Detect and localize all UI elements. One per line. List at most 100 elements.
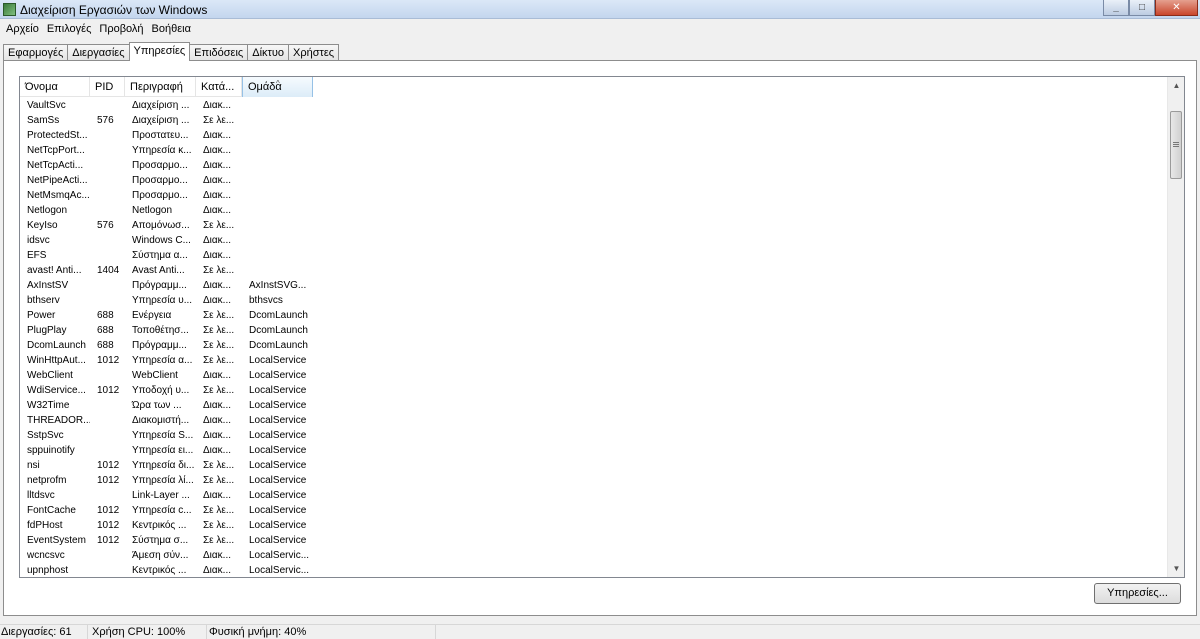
table-row[interactable]: avast! Anti... 1404 Avast Anti... Σε λε... [20,263,1168,278]
tab-processes[interactable]: Διεργασίες [67,44,130,61]
list-header: Όνομα PID Περιγραφή Κατά... Ομάδα ^ [20,77,313,97]
table-row[interactable]: EFS Σύστημα α... Διακ... [20,248,1168,263]
table-row[interactable]: nsi 1012 Υπηρεσία δι... Σε λε... LocalServic… [20,458,1168,473]
cell-status: Διακ... [203,565,232,576]
cell-pid [90,488,125,503]
table-row[interactable]: fdPHost 1012 Κεντρικός ... Σε λε... LocalSer… [20,518,1168,533]
cell-description: Τοποθέτησ... [132,325,189,336]
column-header-group[interactable]: Ομάδα ^ [242,77,313,97]
table-row[interactable]: Netlogon Netlogon Διακ... [20,203,1168,218]
cell-group: LocalServic... [249,550,310,561]
cell-pid [90,293,125,308]
column-header-description[interactable]: Περιγραφή [125,77,196,97]
cell-name: upnphost [27,565,69,576]
scroll-down-button[interactable]: ▼ [1168,560,1184,577]
maximize-button[interactable]: □ [1129,0,1155,16]
cell-name: SstpSvc [27,430,64,441]
cell-pid [90,563,125,577]
maximize-icon: □ [1138,2,1146,13]
table-row[interactable]: VaultSvc Διαχείριση ... Διακ... [20,98,1168,113]
cell-status: Σε λε... [203,460,235,471]
tab-applications[interactable]: Εφαρμογές [3,44,69,61]
column-header-name[interactable]: Όνομα [20,77,90,97]
menu-bar: Αρχείο Επιλογές Προβολή Βοήθεια [0,19,1200,38]
services-button[interactable]: Υπηρεσίες... [1094,583,1181,604]
table-row[interactable]: ProtectedSt... Προστατευ... Διακ... [20,128,1168,143]
close-icon: ✕ [1172,2,1181,13]
table-row[interactable]: sppuinotify Υπηρεσία ει... Διακ... LocalSer… [20,443,1168,458]
cell-group [242,113,312,128]
tab-networking[interactable]: Δίκτυο [247,44,289,61]
cell-status: Διακ... [203,250,232,261]
cell-name: lltdsvc [27,490,55,501]
cell-name: Power [27,310,56,321]
table-row[interactable]: upnphost Κεντρικός ... Διακ... LocalServic.… [20,563,1168,577]
cell-name: THREADOR... [27,415,90,426]
table-row[interactable]: THREADOR... Διακομιστή... Διακ... LocalServ… [20,413,1168,428]
column-header-pid[interactable]: PID [90,77,125,97]
status-cpu: Χρήση CPU: 100% [88,625,207,639]
scroll-up-button[interactable]: ▲ [1168,77,1184,94]
table-row[interactable]: WdiService... 1012 Υποδοχή υ... Σε λε... Loc… [20,383,1168,398]
table-row[interactable]: W32Time Ώρα των ... Διακ... LocalService [20,398,1168,413]
cell-name: nsi [27,460,40,471]
table-row[interactable]: SstpSvc Υπηρεσία S... Διακ... LocalService [20,428,1168,443]
table-row[interactable]: FontCache 1012 Υπηρεσία c... Σε λε... LocalS… [20,503,1168,518]
table-row[interactable]: bthserv Υπηρεσία υ... Διακ... bthsvcs [20,293,1168,308]
cell-description: Avast Anti... [132,265,185,276]
minimize-button[interactable]: _ [1103,0,1129,16]
table-row[interactable]: EventSystem 1012 Σύστημα σ... Σε λε... Local… [20,533,1168,548]
cell-group: LocalService [249,400,307,411]
menu-file[interactable]: Αρχείο [2,23,43,35]
table-row[interactable]: AxInstSV Πρόγραμμ... Διακ... AxInstSVG... [20,278,1168,293]
table-row[interactable]: Power 688 Ενέργεια Σε λε... DcomLaunch [20,308,1168,323]
menu-view[interactable]: Προβολή [95,23,147,35]
cell-name: Netlogon [27,205,68,216]
table-row[interactable]: lltdsvc Link-Layer ... Διακ... LocalService [20,488,1168,503]
status-memory: Φυσική μνήμη: 40% [207,625,436,639]
table-row[interactable]: idsvc Windows C... Διακ... [20,233,1168,248]
cell-group: LocalService [249,505,307,516]
close-button[interactable]: ✕ [1155,0,1198,16]
tab-services[interactable]: Υπηρεσίες [128,42,191,61]
cell-name: NetTcpPort... [27,145,85,156]
menu-options[interactable]: Επιλογές [43,23,96,35]
cell-description: Υπηρεσία λί... [132,475,194,486]
cell-group: LocalService [249,475,307,486]
cell-status: Σε λε... [203,385,235,396]
cell-description: Προστατευ... [132,130,189,141]
cell-pid: 1012 [97,505,120,516]
cell-name: EFS [27,250,47,261]
table-row[interactable]: NetTcpActi... Προσαρμο... Διακ... [20,158,1168,173]
vertical-scrollbar[interactable]: ▲ ▼ [1167,77,1184,577]
table-row[interactable]: DcomLaunch 688 Πρόγραμμ... Σε λε... DcomLaun… [20,338,1168,353]
table-row[interactable]: NetMsmqAc... Προσαρμο... Διακ... [20,188,1168,203]
table-row[interactable]: wcncsvc Άμεση σύν... Διακ... LocalServic... [20,548,1168,563]
table-row[interactable]: NetTcpPort... Υπηρεσία κ... Διακ... [20,143,1168,158]
cell-group [242,248,312,263]
cell-name: wcncsvc [27,550,65,561]
cell-pid: 688 [97,325,114,336]
cell-pid [90,398,125,413]
services-list[interactable]: Όνομα PID Περιγραφή Κατά... Ομάδα ^ Vaul… [19,76,1185,578]
table-row[interactable]: NetPipeActi... Προσαρμο... Διακ... [20,173,1168,188]
cell-status: Διακ... [203,295,232,306]
sort-ascending-icon: ^ [276,79,280,88]
table-row[interactable]: SamSs 576 Διαχείριση ... Σε λε... [20,113,1168,128]
table-row[interactable]: netprofm 1012 Υπηρεσία λί... Σε λε... LocalS… [20,473,1168,488]
column-header-status[interactable]: Κατά... [196,77,242,97]
menu-help[interactable]: Βοήθεια [148,23,195,35]
table-row[interactable]: WebClient WebClient Διακ... LocalService [20,368,1168,383]
table-row[interactable]: PlugPlay 688 Τοποθέτησ... Σε λε... DcomLaunc… [20,323,1168,338]
tab-users[interactable]: Χρήστες [288,44,340,61]
title-bar[interactable]: Διαχείριση Εργασιών των Windows _ □ ✕ [0,0,1200,19]
table-row[interactable]: KeyIso 576 Απομόνωσ... Σε λε... [20,218,1168,233]
cell-group [242,263,312,278]
tab-performance[interactable]: Επιδόσεις [189,44,249,61]
cell-group: LocalService [249,355,307,366]
scroll-thumb[interactable] [1170,111,1182,179]
table-row[interactable]: WinHttpAut... 1012 Υπηρεσία α... Σε λε... Lo… [20,353,1168,368]
cell-description: Υπηρεσία δι... [132,460,195,471]
cell-description: Link-Layer ... [132,490,190,501]
cell-description: Κεντρικός ... [132,565,187,576]
